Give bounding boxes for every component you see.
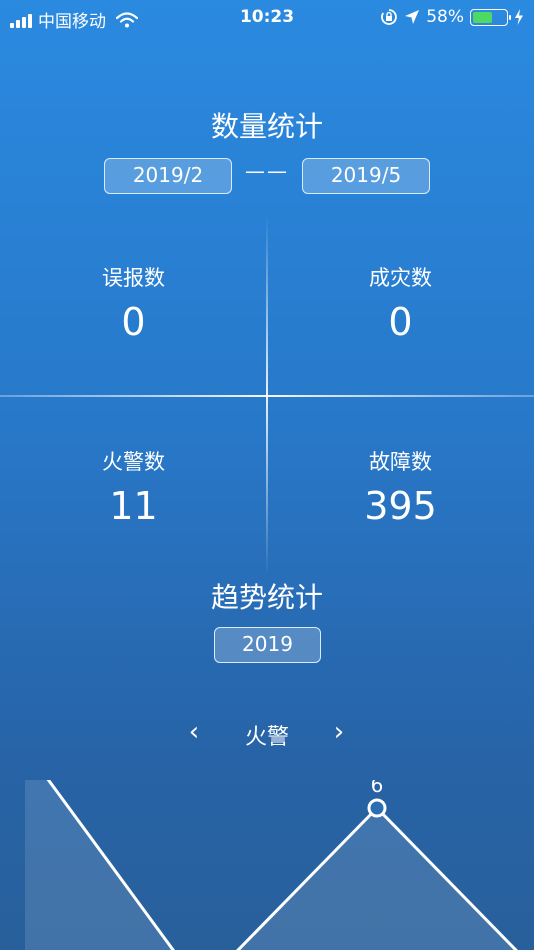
- battery-percent: 58%: [426, 7, 464, 27]
- battery-icon: [470, 8, 511, 26]
- stat-false-alarm: 误报数 0: [0, 262, 267, 344]
- chevron-right-icon[interactable]: ›: [322, 716, 356, 750]
- data-point[interactable]: [367, 798, 387, 818]
- data-label: 6: [371, 780, 384, 797]
- series-area: [25, 780, 516, 950]
- stat-value: 11: [109, 484, 158, 528]
- start-date-picker[interactable]: 2019/2: [104, 158, 232, 194]
- date-range-separator: ——: [245, 159, 289, 183]
- trend-chart: 86: [25, 780, 518, 950]
- stat-label: 成灾数: [369, 266, 432, 290]
- orientation-lock-icon: [381, 9, 398, 25]
- charging-icon: [515, 9, 523, 25]
- stat-label: 误报数: [102, 266, 165, 290]
- battery-fill: [473, 11, 492, 23]
- chevron-left-icon[interactable]: ‹: [177, 716, 211, 750]
- category-switcher: 火警 ‹ ›: [0, 716, 534, 750]
- year-picker[interactable]: 2019: [214, 627, 321, 663]
- status-right: 58%: [380, 7, 524, 27]
- stat-value: 0: [388, 300, 413, 344]
- category-label: 火警: [244, 725, 289, 750]
- stat-fault: 故障数 395: [267, 446, 534, 528]
- stat-label: 故障数: [369, 450, 432, 474]
- count-section-title: 数量统计: [210, 110, 323, 143]
- trend-section-title: 趋势统计: [210, 581, 323, 614]
- location-icon: [405, 10, 420, 24]
- end-date-picker[interactable]: 2019/5: [302, 158, 430, 194]
- stat-label: 火警数: [102, 450, 165, 474]
- grid-divider-horizontal: [0, 395, 534, 397]
- status-bar: 中国移动 10:23 58%: [0, 0, 534, 38]
- stat-value: 0: [121, 300, 146, 344]
- stat-disaster: 成灾数 0: [267, 262, 534, 344]
- stat-fire-alarm: 火警数 11: [0, 446, 267, 528]
- stat-value: 395: [364, 484, 437, 528]
